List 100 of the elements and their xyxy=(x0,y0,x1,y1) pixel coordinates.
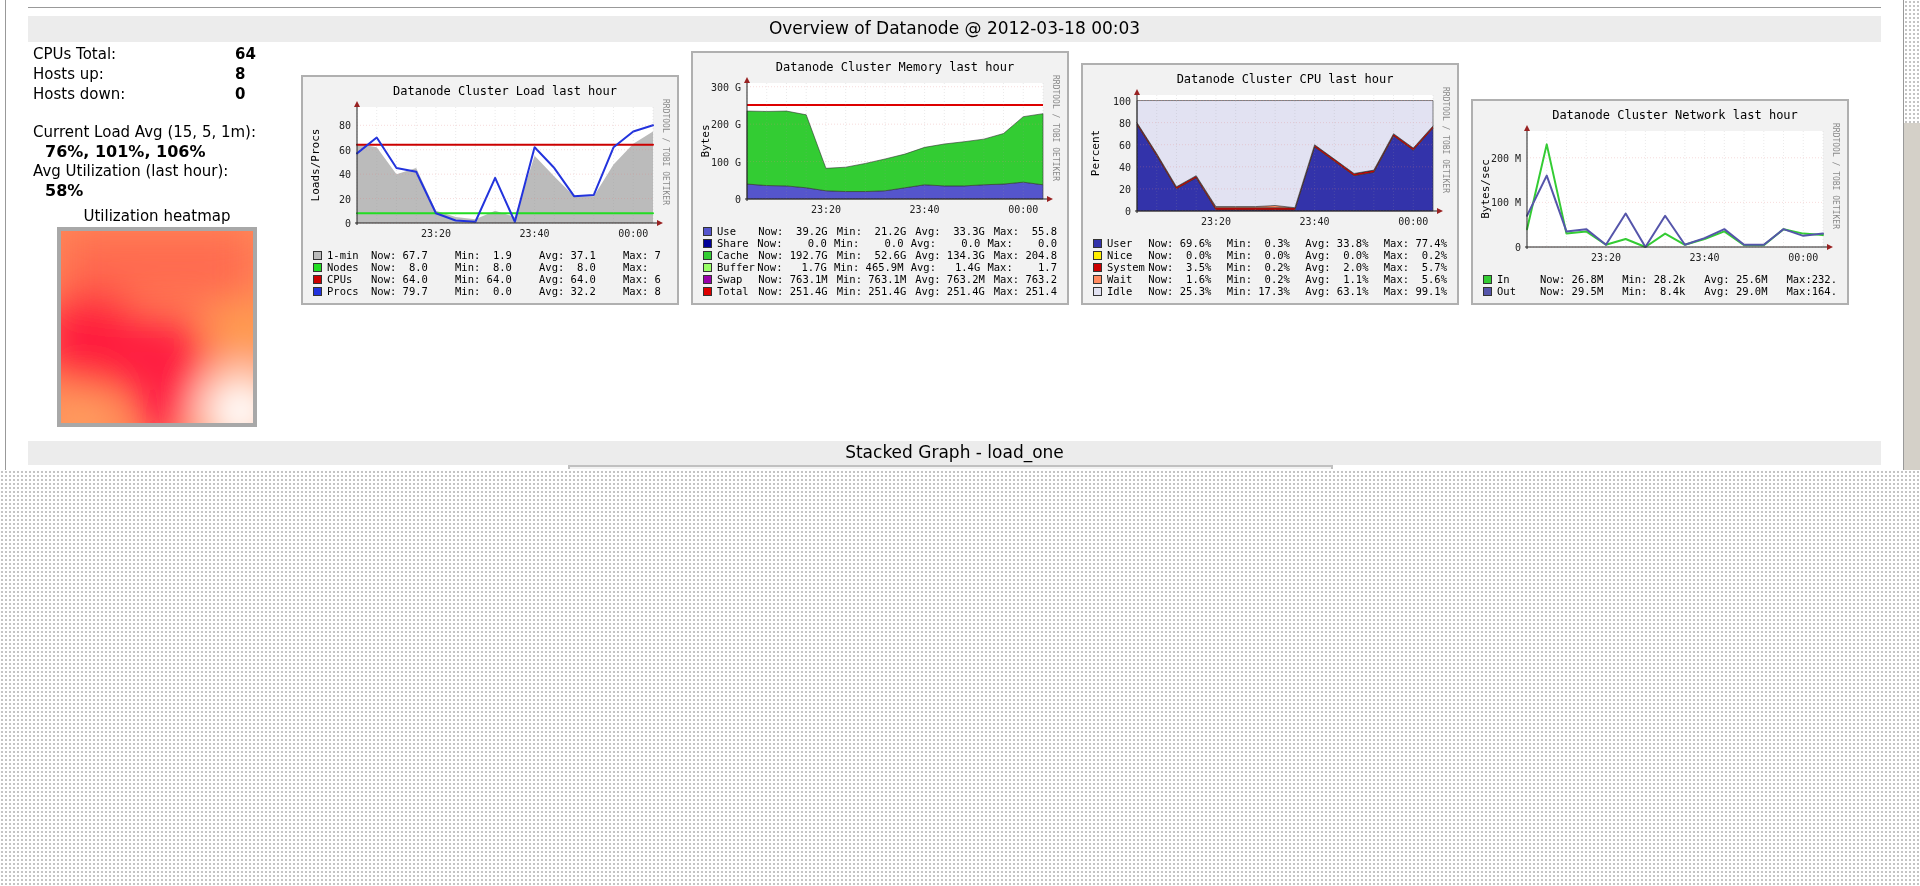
tick-label: 60 xyxy=(338,144,351,156)
legend-value: Now: 8.0 xyxy=(371,261,429,273)
section-header: Overview of Datanode @ 2012-03-18 00:03 xyxy=(28,16,1881,42)
section-header: Stacked Graph - load_one xyxy=(28,441,1881,465)
credit-text: RRDTOOL / TOBI OETIKER xyxy=(1441,87,1450,193)
tick-label: 100 M xyxy=(1490,197,1521,209)
legend-value: Max: 204.8 xyxy=(993,249,1057,261)
legend-name: Nodes xyxy=(327,261,360,273)
tick-label: 100 xyxy=(1112,95,1131,107)
legend-value: Avg: 25.6M xyxy=(1704,273,1769,285)
legend-value: Now: 64.0 xyxy=(371,273,429,285)
legend-value: Now: 26.8M xyxy=(1540,273,1605,285)
tick-label: 20 xyxy=(1118,183,1131,195)
legend-name: Out xyxy=(1497,285,1517,297)
chart-title: Datanode Cluster CPU last hour xyxy=(1176,72,1394,86)
legend-value: Avg: 2.0% xyxy=(1305,261,1370,273)
legend-value: Min: 8.0 xyxy=(455,261,513,273)
legend-value: Avg: 763.2M xyxy=(915,273,986,285)
legend-value: Max: 0.0 xyxy=(987,237,1057,249)
legend-value: Max: 7 xyxy=(623,249,661,261)
legend-value: Avg: 1.4G xyxy=(910,261,982,273)
legend-value: Max: 251.4 xyxy=(993,285,1057,297)
legend-value: Avg: 64.0 xyxy=(539,273,597,285)
legend-value: Min: 0.2% xyxy=(1226,273,1291,285)
tick-label: 00:00 xyxy=(1788,252,1819,263)
legend-value: Avg: 134.3G xyxy=(915,249,986,261)
stat-label: Hosts up: xyxy=(33,64,105,84)
legend-value: Max: 8 xyxy=(623,285,661,297)
legend-name: Nice xyxy=(1107,249,1134,261)
legend-value: Max: 77.4% xyxy=(1383,237,1447,249)
legend-value: Now: 3.5% xyxy=(1148,261,1213,273)
legend-value: Avg: 32.2 xyxy=(539,285,597,297)
legend-name: Procs xyxy=(327,285,360,297)
stat-value: 8 xyxy=(235,64,246,84)
legend-name: User xyxy=(1107,237,1134,249)
legend-value: Avg: 63.1% xyxy=(1305,285,1370,297)
legend-value: Min: 251.4G xyxy=(836,285,908,297)
legend-value: Now: 0.0% xyxy=(1148,249,1213,261)
stat-label: CPUs Total: xyxy=(33,44,118,64)
legend-value: Max: xyxy=(623,261,649,273)
legend-name: 1-min xyxy=(327,249,360,261)
tick-label: 23:20 xyxy=(1200,216,1231,227)
stat-value: 64 xyxy=(235,44,256,64)
legend-name: Buffer xyxy=(717,261,756,273)
legend-value: Now: 25.3% xyxy=(1148,285,1213,297)
legend-value: Max: 1.7 xyxy=(987,261,1057,273)
tick-label: 00:00 xyxy=(1008,204,1039,215)
legend-value: Avg: 33.8% xyxy=(1305,237,1370,249)
tick-label: 40 xyxy=(338,169,351,181)
legend-name: Swap xyxy=(717,273,744,285)
legend-value: Now: 69.6% xyxy=(1148,237,1213,249)
legend-name: Cache xyxy=(717,249,750,261)
legend-value: Max: 5.7% xyxy=(1383,261,1447,273)
legend-name: System xyxy=(1107,261,1146,273)
legend-value: Avg: 37.1 xyxy=(539,249,597,261)
legend-value: Now: 67.7 xyxy=(371,249,429,261)
legend-value: Now: 251.4G xyxy=(758,285,829,297)
legend-value: Min: 0.0 xyxy=(833,237,905,249)
stat-value: 58% xyxy=(44,181,85,200)
tick-label: 100 G xyxy=(710,156,741,168)
legend-value: Max:232. xyxy=(1786,273,1837,285)
legend-name: CPUs xyxy=(327,273,354,285)
chart-title: Datanode Cluster Memory last hour xyxy=(775,60,1015,74)
legend-value: Avg: 1.1% xyxy=(1305,273,1370,285)
tick-label: 200 M xyxy=(1490,152,1521,164)
axis-label: Percent xyxy=(1089,129,1102,177)
tick-label: 80 xyxy=(338,120,351,132)
legend-value: Avg: 0.0% xyxy=(1305,249,1370,261)
legend-value: Min: 0.0% xyxy=(1226,249,1291,261)
tick-label: 23:40 xyxy=(1299,216,1330,227)
credit-text: RRDTOOL / TOBI OETIKER xyxy=(661,99,670,205)
stat-label: Hosts down: xyxy=(33,84,127,104)
legend-value: Avg: 33.3G xyxy=(915,225,986,237)
axis-label: Bytes xyxy=(699,124,712,158)
legend-value: Max: 99.1% xyxy=(1383,285,1447,297)
legend-value: Min: 64.0 xyxy=(455,273,513,285)
axis-label: Loads/Procs xyxy=(309,128,322,202)
legend-value: Min: 0.3% xyxy=(1226,237,1291,249)
legend-name: Idle xyxy=(1107,285,1134,297)
tick-label: 23:20 xyxy=(1590,252,1621,263)
legend-value: Now: 79.7 xyxy=(371,285,429,297)
legend-value: Now: 192.7G xyxy=(758,249,829,261)
tick-label: 0 xyxy=(734,194,741,205)
legend-name: Use xyxy=(717,225,737,237)
legend-value: Min: 0.0 xyxy=(455,285,513,297)
tick-label: 23:20 xyxy=(810,204,841,215)
legend-name: Share xyxy=(717,237,750,249)
legend-value: Avg: 251.4G xyxy=(915,285,986,297)
tick-label: 00:00 xyxy=(618,228,649,239)
tick-label: 23:40 xyxy=(519,228,550,239)
legend-value: Avg: 0.0 xyxy=(910,237,982,249)
legend-value: Avg: 8.0 xyxy=(539,261,597,273)
legend-name: In xyxy=(1497,273,1511,285)
legend-value: Max:164. xyxy=(1786,285,1837,297)
legend-value: Now: 39.2G xyxy=(758,225,829,237)
stat-label: Current Load Avg (15, 5, 1m): xyxy=(33,122,258,142)
legend-value: Max: 6 xyxy=(623,273,661,285)
tick-label: 40 xyxy=(1118,161,1131,173)
legend-value: Max: 763.2 xyxy=(993,273,1057,285)
stat-value: 0 xyxy=(235,84,246,104)
